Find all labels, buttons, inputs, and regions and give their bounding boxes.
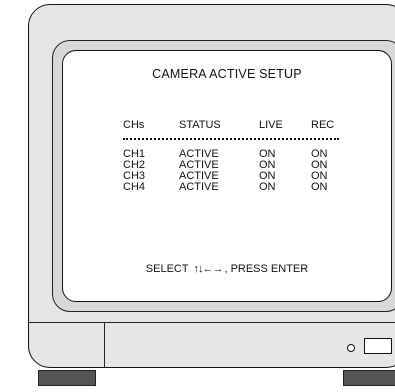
right-foot [343, 370, 395, 386]
row-ch4-channel[interactable]: CH4 [123, 182, 145, 193]
footer-press-enter-text: , PRESS ENTER [224, 263, 309, 275]
arrow-keys-icon: ↑↓←→ [193, 263, 223, 275]
row-ch4-live[interactable]: ON [259, 182, 276, 193]
screen-title: CAMERA ACTIVE SETUP [152, 67, 302, 81]
column-header-live: LIVE [259, 119, 283, 131]
power-led-icon [347, 344, 355, 352]
column-header-status: STATUS [179, 119, 221, 131]
instruction-footer: SELECT ↑↓←→, PRESS ENTER [63, 263, 391, 275]
base-panel-line [28, 322, 395, 323]
column-header-chs: CHs [123, 119, 145, 131]
header-divider [123, 138, 339, 140]
row-ch4-status[interactable]: ACTIVE [179, 182, 219, 193]
left-foot [38, 370, 96, 386]
power-button[interactable] [364, 338, 392, 354]
footer-select-text: SELECT [145, 263, 189, 275]
row-ch4-rec[interactable]: ON [311, 182, 328, 193]
monitor-screen: CAMERA ACTIVE SETUP CHs STATUS LIVE REC … [62, 50, 392, 302]
base-panel-divider [104, 322, 105, 368]
column-header-rec: REC [311, 119, 335, 131]
